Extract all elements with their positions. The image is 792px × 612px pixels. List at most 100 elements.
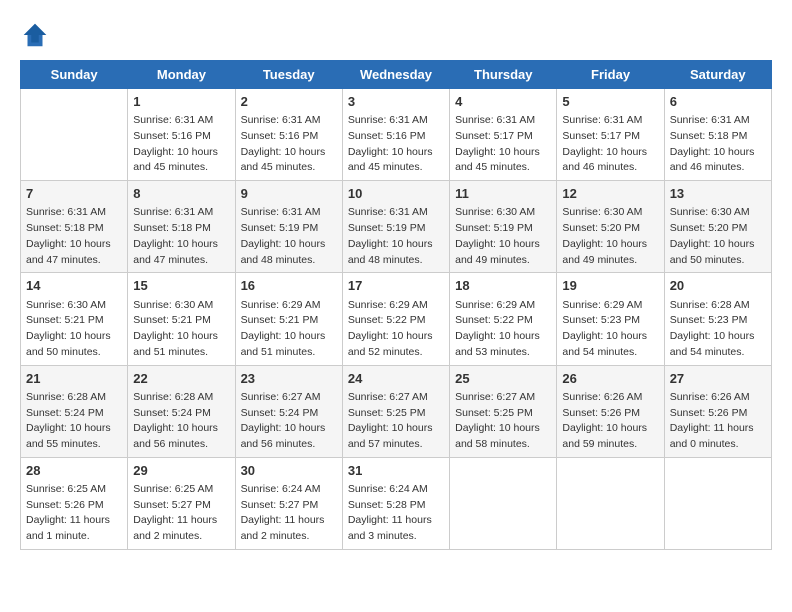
day-number: 21 xyxy=(26,370,122,388)
calendar-cell: 5 Sunrise: 6:31 AMSunset: 5:17 PMDaylight… xyxy=(557,89,664,181)
day-info: Sunrise: 6:28 AMSunset: 5:24 PMDaylight:… xyxy=(26,390,122,453)
calendar-cell: 13 Sunrise: 6:30 AMSunset: 5:20 PMDayligh… xyxy=(664,181,771,273)
week-row-1: 1 Sunrise: 6:31 AMSunset: 5:16 PMDaylight… xyxy=(21,89,772,181)
calendar-cell xyxy=(664,457,771,549)
calendar-cell: 6 Sunrise: 6:31 AMSunset: 5:18 PMDaylight… xyxy=(664,89,771,181)
day-info: Sunrise: 6:31 AMSunset: 5:18 PMDaylight:… xyxy=(670,113,766,176)
day-info: Sunrise: 6:31 AMSunset: 5:19 PMDaylight:… xyxy=(348,205,444,268)
header-friday: Friday xyxy=(557,61,664,89)
day-number: 10 xyxy=(348,185,444,203)
day-info: Sunrise: 6:30 AMSunset: 5:20 PMDaylight:… xyxy=(670,205,766,268)
day-info: Sunrise: 6:27 AMSunset: 5:25 PMDaylight:… xyxy=(455,390,551,453)
day-number: 27 xyxy=(670,370,766,388)
logo xyxy=(20,20,54,50)
calendar-cell: 26 Sunrise: 6:26 AMSunset: 5:26 PMDayligh… xyxy=(557,365,664,457)
calendar-cell: 17Sunrise: 6:29 AMSunset: 5:22 PMDayligh… xyxy=(342,273,449,365)
day-number: 14 xyxy=(26,277,122,295)
calendar-cell: 1 Sunrise: 6:31 AMSunset: 5:16 PMDaylight… xyxy=(128,89,235,181)
day-info: Sunrise: 6:31 AMSunset: 5:16 PMDaylight:… xyxy=(348,113,444,176)
calendar-cell: 3 Sunrise: 6:31 AMSunset: 5:16 PMDaylight… xyxy=(342,89,449,181)
calendar-cell: 21 Sunrise: 6:28 AMSunset: 5:24 PMDayligh… xyxy=(21,365,128,457)
day-info: Sunrise: 6:31 AMSunset: 5:17 PMDaylight:… xyxy=(562,113,658,176)
calendar-cell: 30Sunrise: 6:24 AMSunset: 5:27 PMDayligh… xyxy=(235,457,342,549)
day-number: 1 xyxy=(133,93,229,111)
calendar-cell: 11 Sunrise: 6:30 AMSunset: 5:19 PMDayligh… xyxy=(450,181,557,273)
calendar-cell: 19 Sunrise: 6:29 AMSunset: 5:23 PMDayligh… xyxy=(557,273,664,365)
calendar-cell: 8 Sunrise: 6:31 AMSunset: 5:18 PMDaylight… xyxy=(128,181,235,273)
day-info: Sunrise: 6:29 AMSunset: 5:23 PMDaylight:… xyxy=(562,298,658,361)
day-number: 12 xyxy=(562,185,658,203)
header-sunday: Sunday xyxy=(21,61,128,89)
calendar-cell: 4Sunrise: 6:31 AMSunset: 5:17 PMDaylight… xyxy=(450,89,557,181)
day-info: Sunrise: 6:30 AMSunset: 5:21 PMDaylight:… xyxy=(133,298,229,361)
day-number: 4 xyxy=(455,93,551,111)
day-number: 20 xyxy=(670,277,766,295)
day-info: Sunrise: 6:27 AMSunset: 5:25 PMDaylight:… xyxy=(348,390,444,453)
week-row-5: 28Sunrise: 6:25 AMSunset: 5:26 PMDayligh… xyxy=(21,457,772,549)
header-tuesday: Tuesday xyxy=(235,61,342,89)
day-number: 25 xyxy=(455,370,551,388)
day-info: Sunrise: 6:25 AMSunset: 5:27 PMDaylight:… xyxy=(133,482,229,545)
header-wednesday: Wednesday xyxy=(342,61,449,89)
day-info: Sunrise: 6:25 AMSunset: 5:26 PMDaylight:… xyxy=(26,482,122,545)
day-number: 8 xyxy=(133,185,229,203)
calendar-cell: 22Sunrise: 6:28 AMSunset: 5:24 PMDayligh… xyxy=(128,365,235,457)
day-number: 19 xyxy=(562,277,658,295)
day-number: 16 xyxy=(241,277,337,295)
day-number: 23 xyxy=(241,370,337,388)
calendar-cell: 15 Sunrise: 6:30 AMSunset: 5:21 PMDayligh… xyxy=(128,273,235,365)
calendar-cell xyxy=(450,457,557,549)
day-number: 7 xyxy=(26,185,122,203)
day-number: 2 xyxy=(241,93,337,111)
day-info: Sunrise: 6:24 AMSunset: 5:28 PMDaylight:… xyxy=(348,482,444,545)
day-info: Sunrise: 6:31 AMSunset: 5:16 PMDaylight:… xyxy=(133,113,229,176)
day-number: 24 xyxy=(348,370,444,388)
day-info: Sunrise: 6:28 AMSunset: 5:24 PMDaylight:… xyxy=(133,390,229,453)
day-number: 11 xyxy=(455,185,551,203)
day-number: 29 xyxy=(133,462,229,480)
day-info: Sunrise: 6:24 AMSunset: 5:27 PMDaylight:… xyxy=(241,482,337,545)
week-row-3: 14 Sunrise: 6:30 AMSunset: 5:21 PMDayligh… xyxy=(21,273,772,365)
calendar-cell: 23 Sunrise: 6:27 AMSunset: 5:24 PMDayligh… xyxy=(235,365,342,457)
week-row-2: 7 Sunrise: 6:31 AMSunset: 5:18 PMDaylight… xyxy=(21,181,772,273)
calendar-cell: 7 Sunrise: 6:31 AMSunset: 5:18 PMDaylight… xyxy=(21,181,128,273)
day-info: Sunrise: 6:29 AMSunset: 5:22 PMDaylight:… xyxy=(455,298,551,361)
calendar-header-row: SundayMondayTuesdayWednesdayThursdayFrid… xyxy=(21,61,772,89)
day-info: Sunrise: 6:31 AMSunset: 5:19 PMDaylight:… xyxy=(241,205,337,268)
calendar-cell: 10 Sunrise: 6:31 AMSunset: 5:19 PMDayligh… xyxy=(342,181,449,273)
calendar-cell: 27 Sunrise: 6:26 AMSunset: 5:26 PMDayligh… xyxy=(664,365,771,457)
day-info: Sunrise: 6:31 AMSunset: 5:16 PMDaylight:… xyxy=(241,113,337,176)
calendar-cell: 24 Sunrise: 6:27 AMSunset: 5:25 PMDayligh… xyxy=(342,365,449,457)
calendar-cell: 31 Sunrise: 6:24 AMSunset: 5:28 PMDayligh… xyxy=(342,457,449,549)
calendar-cell xyxy=(21,89,128,181)
day-info: Sunrise: 6:29 AMSunset: 5:22 PMDaylight:… xyxy=(348,298,444,361)
day-info: Sunrise: 6:28 AMSunset: 5:23 PMDaylight:… xyxy=(670,298,766,361)
day-number: 26 xyxy=(562,370,658,388)
calendar-cell: 14 Sunrise: 6:30 AMSunset: 5:21 PMDayligh… xyxy=(21,273,128,365)
day-number: 13 xyxy=(670,185,766,203)
logo-icon xyxy=(20,20,50,50)
day-info: Sunrise: 6:31 AMSunset: 5:18 PMDaylight:… xyxy=(133,205,229,268)
calendar-cell: 20 Sunrise: 6:28 AMSunset: 5:23 PMDayligh… xyxy=(664,273,771,365)
day-info: Sunrise: 6:30 AMSunset: 5:19 PMDaylight:… xyxy=(455,205,551,268)
day-number: 5 xyxy=(562,93,658,111)
calendar-cell: 18Sunrise: 6:29 AMSunset: 5:22 PMDayligh… xyxy=(450,273,557,365)
day-info: Sunrise: 6:31 AMSunset: 5:18 PMDaylight:… xyxy=(26,205,122,268)
calendar-cell xyxy=(557,457,664,549)
day-number: 15 xyxy=(133,277,229,295)
header-monday: Monday xyxy=(128,61,235,89)
header-saturday: Saturday xyxy=(664,61,771,89)
day-info: Sunrise: 6:30 AMSunset: 5:21 PMDaylight:… xyxy=(26,298,122,361)
calendar-cell: 28Sunrise: 6:25 AMSunset: 5:26 PMDayligh… xyxy=(21,457,128,549)
calendar-table: SundayMondayTuesdayWednesdayThursdayFrid… xyxy=(20,60,772,550)
day-number: 9 xyxy=(241,185,337,203)
day-number: 3 xyxy=(348,93,444,111)
day-number: 31 xyxy=(348,462,444,480)
day-info: Sunrise: 6:27 AMSunset: 5:24 PMDaylight:… xyxy=(241,390,337,453)
calendar-cell: 2 Sunrise: 6:31 AMSunset: 5:16 PMDaylight… xyxy=(235,89,342,181)
day-info: Sunrise: 6:26 AMSunset: 5:26 PMDaylight:… xyxy=(670,390,766,453)
day-info: Sunrise: 6:26 AMSunset: 5:26 PMDaylight:… xyxy=(562,390,658,453)
day-info: Sunrise: 6:30 AMSunset: 5:20 PMDaylight:… xyxy=(562,205,658,268)
calendar-cell: 16Sunrise: 6:29 AMSunset: 5:21 PMDayligh… xyxy=(235,273,342,365)
day-number: 6 xyxy=(670,93,766,111)
